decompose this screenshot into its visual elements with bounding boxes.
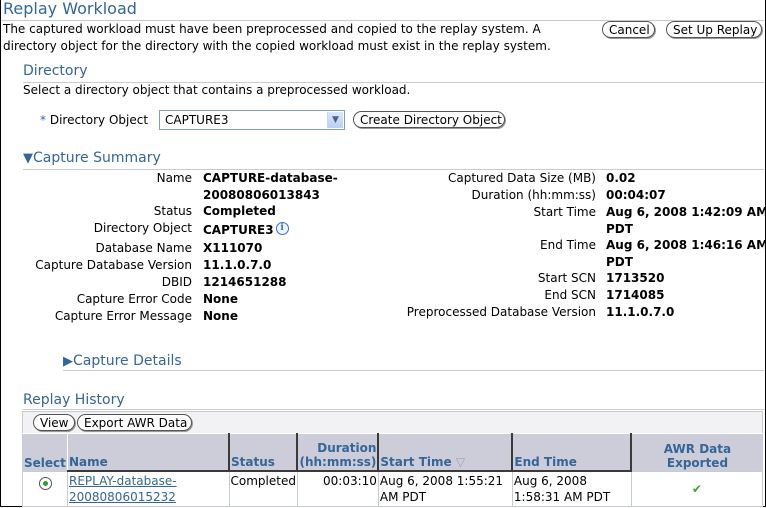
capture-summary-title: Capture Summary [33, 150, 161, 166]
triangle-down-icon: ▼ [23, 151, 33, 166]
summary-value-directory-object-text: CAPTURE3 [203, 223, 274, 237]
summary-label-error-message: Capture Error Message [54, 309, 192, 323]
column-header-duration-line1: Duration [317, 441, 377, 455]
column-header-name[interactable]: Name [67, 433, 230, 472]
row-end-time-line2: 1:58:31 AM PDT [513, 490, 611, 504]
directory-object-value: CAPTURE3 [165, 113, 229, 127]
column-header-awr-line1: AWR Data [663, 441, 732, 456]
row-awr-exported-cell: ✔ [630, 470, 764, 507]
summary-label-database-name: Database Name [95, 241, 192, 255]
summary-label-end-time: End Time [540, 238, 596, 252]
set-up-replay-button[interactable]: Set Up Replay [666, 21, 762, 38]
summary-value-start-time: Aug 6, 2008 1:42:09 AM PDT [606, 204, 766, 238]
column-header-end-time[interactable]: End Time [511, 433, 633, 472]
column-header-start-time-text: Start Time [380, 455, 452, 469]
summary-value-start-time-line2: PDT [606, 222, 633, 236]
row-start-time-line2: AM PDT [379, 490, 427, 504]
summary-value-name: CAPTURE-database- 20080806013843 [203, 170, 338, 204]
row-select-cell [22, 470, 68, 507]
capture-details-toggle[interactable]: ▶Capture Details [63, 353, 182, 369]
summary-value-error-code: None [203, 292, 238, 306]
view-button[interactable]: View [33, 414, 75, 431]
summary-label-name: Name [156, 171, 192, 185]
summary-label-start-time: Start Time [533, 205, 597, 219]
summary-value-dbid: 1214651288 [203, 275, 287, 289]
column-header-duration-line2: (hh:mm:ss) [299, 455, 377, 469]
capture-summary-divider [23, 169, 764, 170]
column-header-awr-exported: AWR Data Exported [630, 433, 763, 471]
summary-value-start-time-line1: Aug 6, 2008 1:42:09 AM [606, 205, 766, 219]
directory-object-select[interactable]: CAPTURE3 ▼ [159, 110, 345, 130]
capture-summary-toggle[interactable]: ▼Capture Summary [23, 150, 161, 166]
summary-value-data-size: 0.02 [606, 171, 636, 185]
row-start-time-cell: Aug 6, 2008 1:55:21 AM PDT [377, 470, 513, 507]
summary-label-duration: Duration (hh:mm:ss) [471, 188, 596, 202]
table-header-row: Select Name Status Duration (hh:mm:ss) S… [22, 433, 763, 472]
intro-text: The captured workload must have been pre… [3, 22, 551, 53]
cancel-button[interactable]: Cancel [602, 21, 655, 38]
export-awr-data-button[interactable]: Export AWR Data [77, 414, 192, 431]
sort-descending-icon: ▽ [455, 455, 466, 469]
summary-value-duration: 00:04:07 [606, 188, 666, 202]
summary-label-directory-object: Directory Object [93, 221, 192, 235]
column-header-select: Select [22, 433, 68, 471]
summary-value-name-line1: CAPTURE-database- [203, 171, 338, 185]
directory-hint: Select a directory object that contains … [23, 83, 411, 97]
summary-value-capture-db-version: 11.1.0.7.0 [203, 258, 272, 272]
create-directory-object-button[interactable]: Create Directory Object [353, 111, 505, 128]
summary-value-start-scn: 1713520 [606, 271, 665, 285]
replay-history-title: Replay History [23, 392, 125, 408]
column-header-duration[interactable]: Duration (hh:mm:ss) [296, 433, 380, 472]
summary-label-error-code: Capture Error Code [76, 292, 192, 306]
required-icon: * [40, 113, 46, 127]
triangle-right-icon: ▶ [63, 354, 73, 369]
summary-value-end-time-line2: PDT [606, 255, 633, 269]
directory-object-label: * Directory Object [40, 113, 148, 127]
summary-value-error-message: None [203, 309, 238, 323]
chevron-down-icon[interactable]: ▼ [327, 112, 343, 128]
row-end-time-cell: Aug 6, 2008 1:58:31 AM PDT [511, 470, 632, 507]
replay-name-link[interactable]: REPLAY-database- 20080806015232 [69, 474, 177, 504]
row-duration-cell: 00:03:10 [296, 470, 379, 507]
column-header-start-time[interactable]: Start Time ▽ [377, 433, 514, 472]
capture-details-divider [63, 370, 764, 371]
row-start-time-line1: Aug 6, 2008 1:55:21 [379, 474, 504, 488]
summary-value-directory-object: CAPTURE3 i [203, 222, 289, 239]
column-header-awr-line2: Exported [666, 455, 729, 470]
summary-label-status: Status [153, 204, 192, 218]
checkmark-icon: ✔ [691, 481, 702, 496]
table-row: REPLAY-database- 20080806015232 Completed… [22, 470, 764, 507]
summary-value-end-scn: 1714085 [606, 288, 665, 302]
capture-details-title: Capture Details [73, 353, 182, 369]
summary-label-capture-db-version: Capture Database Version [35, 258, 192, 272]
summary-label-dbid: DBID [161, 275, 192, 289]
row-name-cell: REPLAY-database- 20080806015232 [67, 470, 230, 507]
summary-value-status: Completed [203, 204, 276, 218]
page-title: Replay Workload [3, 0, 137, 18]
summary-value-end-time-line1: Aug 6, 2008 1:46:16 AM [606, 238, 766, 252]
directory-section-title: Directory [23, 63, 88, 79]
summary-label-preprocessed-db-version: Preprocessed Database Version [406, 305, 596, 319]
replay-history-table: Select Name Status Duration (hh:mm:ss) S… [22, 433, 764, 507]
summary-value-name-line2: 20080806013843 [203, 188, 320, 202]
summary-value-end-time: Aug 6, 2008 1:46:16 AM PDT [606, 237, 766, 271]
column-header-status[interactable]: Status [228, 433, 299, 472]
info-icon[interactable]: i [275, 222, 289, 235]
summary-value-database-name: X111070 [203, 241, 263, 255]
summary-label-data-size: Captured Data Size (MB) [447, 171, 596, 185]
row-status-cell: Completed [228, 470, 298, 507]
summary-value-preprocessed-db-version: 11.1.0.7.0 [606, 305, 675, 319]
summary-label-end-scn: End SCN [544, 288, 596, 302]
summary-label-start-scn: Start SCN [537, 271, 596, 285]
directory-object-label-text: Directory Object [49, 113, 149, 127]
row-end-time-line1: Aug 6, 2008 [513, 474, 587, 488]
replay-history-divider [23, 409, 764, 410]
row-select-radio[interactable] [38, 476, 52, 490]
